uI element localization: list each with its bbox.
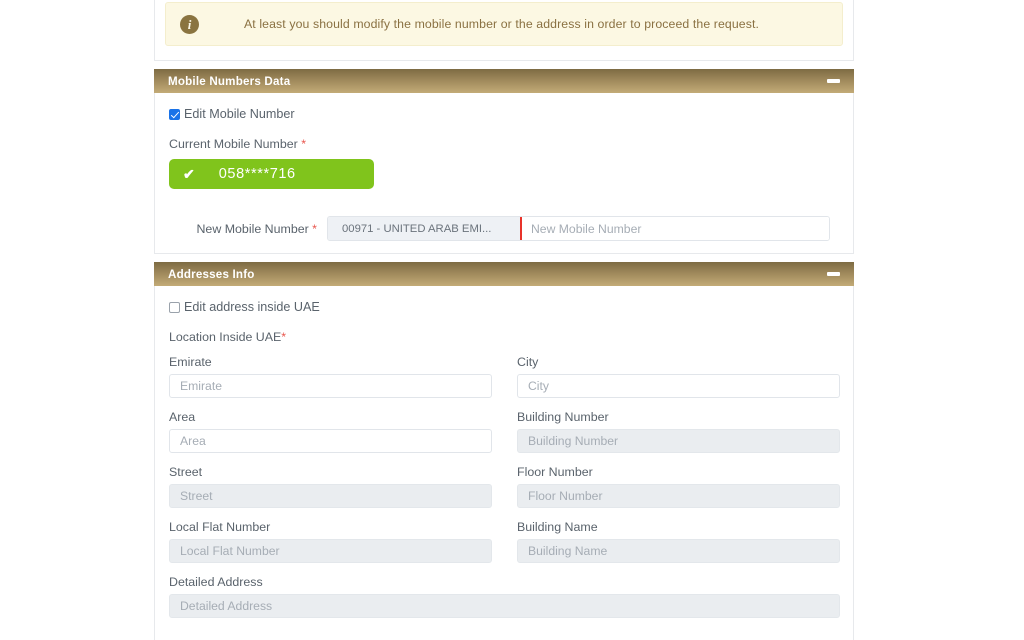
section-title-addresses: Addresses Info — [168, 267, 255, 281]
edit-address-checkbox-row[interactable]: Edit address inside UAE — [169, 300, 839, 314]
edit-address-inside-uae-checkbox[interactable] — [169, 301, 180, 313]
input-local-flat-number: Local Flat Number — [169, 539, 492, 563]
alert-message: At least you should modify the mobile nu… — [244, 17, 760, 31]
field-local-flat-number: Local Flat Number Local Flat Number — [169, 520, 492, 563]
field-label-building-name: Building Name — [517, 520, 598, 534]
section-mobile-numbers-data: Mobile Numbers Data Edit Mobile Number C… — [154, 69, 854, 254]
section-title-mobile: Mobile Numbers Data — [168, 74, 291, 88]
edit-mobile-number-label: Edit Mobile Number — [184, 107, 295, 121]
page-root: i At least you should modify the mobile … — [0, 0, 1024, 640]
minus-icon[interactable] — [827, 79, 840, 83]
field-city: City City — [517, 355, 840, 398]
input-building-name: Building Name — [517, 539, 840, 563]
content-panel: i At least you should modify the mobile … — [154, 0, 854, 640]
input-emirate[interactable]: Emirate — [169, 374, 492, 398]
required-asterisk: * — [312, 221, 317, 236]
input-building-number: Building Number — [517, 429, 840, 453]
input-street: Street — [169, 484, 492, 508]
new-mobile-number-label: New Mobile Number * — [169, 222, 327, 236]
current-mobile-number-label-text: Current Mobile Number — [169, 137, 302, 151]
edit-address-inside-uae-label: Edit address inside UAE — [184, 300, 320, 314]
field-floor-number: Floor Number Floor Number — [517, 465, 840, 508]
input-floor-number: Floor Number — [517, 484, 840, 508]
edit-mobile-number-checkbox-row[interactable]: Edit Mobile Number — [169, 107, 839, 121]
info-alert: i At least you should modify the mobile … — [165, 2, 843, 46]
field-label-floor-number: Floor Number — [517, 465, 593, 479]
new-mobile-number-group: 00971 - UNITED ARAB EMI... New Mobile Nu… — [327, 216, 830, 241]
current-mobile-number-text: 058****716 — [218, 166, 296, 182]
section-body-mobile: Edit Mobile Number Current Mobile Number… — [154, 93, 854, 254]
info-circle-icon: i — [180, 14, 199, 34]
edit-mobile-number-checkbox[interactable] — [169, 108, 180, 120]
input-detailed-address: Detailed Address — [169, 594, 840, 618]
section-header-mobile[interactable]: Mobile Numbers Data — [154, 69, 854, 93]
input-city[interactable]: City — [517, 374, 840, 398]
address-fields-grid: Emirate Emirate City City Area Area Buil… — [169, 355, 840, 630]
minus-icon[interactable] — [827, 272, 840, 276]
field-building-number: Building Number Building Number — [517, 410, 840, 453]
field-street: Street Street — [169, 465, 492, 508]
new-mobile-number-label-text: New Mobile Number — [196, 221, 313, 236]
field-detailed-address: Detailed Address Detailed Address — [169, 575, 840, 618]
field-area: Area Area — [169, 410, 492, 453]
country-code-select[interactable]: 00971 - UNITED ARAB EMI... — [328, 217, 522, 240]
current-mobile-number-label: Current Mobile Number * — [169, 137, 839, 151]
required-asterisk: * — [281, 330, 287, 344]
current-mobile-number-value: ✔ 058****716 — [169, 159, 374, 189]
field-label-city: City — [517, 355, 539, 369]
field-label-emirate: Emirate — [169, 355, 212, 369]
section-addresses-info: Addresses Info Edit address inside UAE L… — [154, 262, 854, 640]
field-label-area: Area — [169, 410, 196, 424]
input-area[interactable]: Area — [169, 429, 492, 453]
field-label-building-number: Building Number — [517, 410, 609, 424]
section-body-addresses: Edit address inside UAE Location Inside … — [154, 286, 854, 640]
field-building-name: Building Name Building Name — [517, 520, 840, 563]
location-inside-uae-label-text: Location Inside UAE — [169, 330, 282, 344]
field-label-detailed-address: Detailed Address — [169, 575, 263, 589]
alert-container: i At least you should modify the mobile … — [154, 0, 854, 61]
new-mobile-number-input[interactable]: New Mobile Number — [522, 217, 829, 240]
section-header-addresses[interactable]: Addresses Info — [154, 262, 854, 286]
field-label-street: Street — [169, 465, 203, 479]
field-label-local-flat-number: Local Flat Number — [169, 520, 271, 534]
new-mobile-number-row: New Mobile Number * 00971 - UNITED ARAB … — [169, 216, 839, 241]
check-icon: ✔ — [183, 166, 195, 182]
field-emirate: Emirate Emirate — [169, 355, 492, 398]
location-inside-uae-label: Location Inside UAE* — [169, 330, 839, 344]
required-asterisk: * — [301, 137, 307, 151]
